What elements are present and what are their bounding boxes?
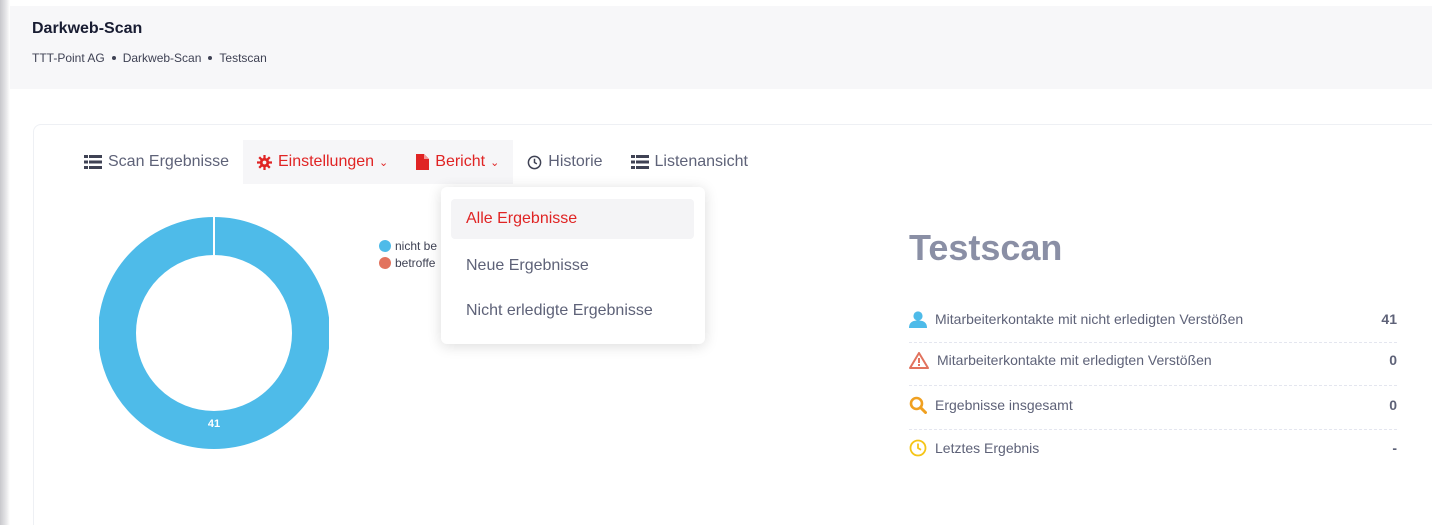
stat-row-resolved-violations: Mitarbeiterkontakte mit erledigten Verst… — [909, 338, 1397, 382]
report-dropdown-menu: Alle Ergebnisse Neue Ergebnisse Nicht er… — [441, 187, 705, 344]
stat-row-open-violations: Mitarbeiterkontakte mit nicht erledigten… — [909, 297, 1397, 341]
menu-item-nicht-erledigte-ergebnisse[interactable]: Nicht erledigte Ergebnisse — [451, 291, 694, 331]
tab-label: Scan Ergebnisse — [108, 153, 229, 170]
stat-label: Ergebnisse insgesamt — [935, 397, 1073, 413]
search-icon — [909, 396, 927, 414]
list-icon — [84, 155, 102, 169]
legend-label: nicht be — [395, 238, 438, 253]
stat-value: 41 — [1381, 311, 1397, 327]
clock-icon — [909, 439, 927, 457]
tab-scan-ergebnisse[interactable]: Scan Ergebnisse — [70, 140, 243, 184]
menu-item-alle-ergebnisse[interactable]: Alle Ergebnisse — [451, 199, 694, 239]
breadcrumb-item-company[interactable]: TTT-Point AG — [32, 51, 105, 65]
breadcrumb-separator — [208, 56, 213, 60]
donut-data-label: 41 — [208, 418, 220, 430]
tab-label: Historie — [548, 153, 603, 170]
donut-slice-nicht-be[interactable] — [99, 217, 329, 449]
tab-historie[interactable]: Historie — [513, 140, 616, 184]
stat-label: Mitarbeiterkontakte mit nicht erledigten… — [935, 311, 1244, 327]
tab-label: Bericht — [435, 153, 486, 170]
stat-row-last-result: Letztes Ergebnis - — [909, 426, 1397, 470]
stat-value: - — [1392, 440, 1397, 456]
stat-label: Letztes Ergebnis — [935, 440, 1040, 456]
tab-label: Einstellungen — [277, 153, 375, 170]
stat-row-total-results: Ergebnisse insgesamt 0 — [909, 383, 1397, 427]
user-icon — [909, 310, 927, 328]
legend-item[interactable]: nicht be — [379, 237, 437, 254]
stats-panel: Testscan Mitarbeiterkontakte mit nicht e… — [877, 205, 1432, 525]
clock-icon — [527, 155, 542, 169]
breadcrumb-separator — [111, 56, 116, 60]
document-icon — [416, 154, 430, 170]
legend-swatch — [379, 256, 391, 269]
chevron-down-icon: ⌄ — [490, 156, 500, 169]
legend-label: betroffe — [395, 255, 436, 270]
page-header: Darkweb-Scan TTT-Point AG Darkweb-Scan T… — [10, 6, 1432, 89]
tab-bericht[interactable]: Bericht ⌄ — [402, 140, 514, 184]
legend-item[interactable]: betroffe — [379, 254, 437, 271]
list-icon — [630, 155, 649, 169]
breadcrumb-item-testscan: Testscan — [219, 51, 267, 65]
page-title: Darkweb-Scan — [32, 20, 143, 37]
gear-icon — [256, 154, 272, 170]
tab-label: Listenansicht — [654, 153, 748, 170]
breadcrumb-item-darkweb-scan[interactable]: Darkweb-Scan — [123, 51, 202, 65]
stat-value: 0 — [1389, 352, 1397, 368]
donut-chart: 41 — [99, 217, 329, 449]
tab-listenansicht[interactable]: Listenansicht — [617, 140, 762, 184]
legend-swatch — [379, 239, 391, 252]
stat-value: 0 — [1389, 397, 1397, 413]
app-window: Darkweb-Scan TTT-Point AG Darkweb-Scan T… — [0, 0, 1432, 525]
menu-item-neue-ergebnisse[interactable]: Neue Ergebnisse — [451, 246, 694, 286]
tab-einstellungen[interactable]: Einstellungen ⌄ — [242, 140, 403, 184]
warning-icon — [909, 351, 929, 369]
stats-title: Testscan — [909, 227, 1063, 268]
chart-legend: nicht be betroffe — [379, 237, 437, 271]
chevron-down-icon: ⌄ — [379, 156, 389, 169]
breadcrumb: TTT-Point AG Darkweb-Scan Testscan — [32, 51, 267, 65]
tab-bar: Scan Ergebnisse Einstellungen ⌄ Bericht … — [70, 140, 762, 184]
window-edge — [0, 0, 10, 525]
stat-label: Mitarbeiterkontakte mit erledigten Verst… — [937, 352, 1212, 368]
